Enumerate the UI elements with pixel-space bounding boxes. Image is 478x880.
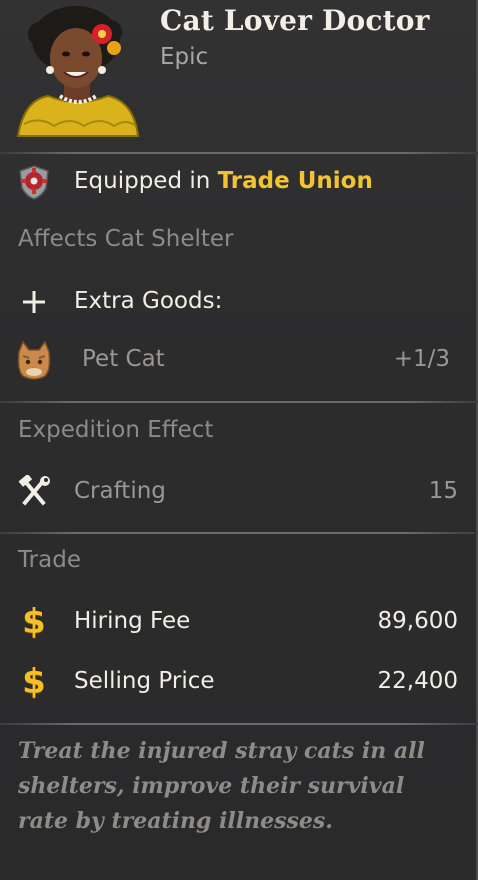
character-name: Cat Lover Doctor (160, 4, 430, 37)
dollar-icon: $ (14, 602, 54, 642)
crafting-value: 15 (428, 478, 458, 504)
extra-goods-label: Extra Goods: (74, 288, 223, 314)
hiring-fee-label: Hiring Fee (74, 608, 191, 634)
divider (0, 723, 478, 725)
extra-goods-row: Extra Goods: (0, 282, 478, 322)
hammer-wrench-icon (14, 472, 54, 512)
hiring-fee-value: 89,600 (377, 608, 458, 634)
character-card-panel: Cat Lover Doctor Epic Equipped in Trade … (0, 0, 478, 880)
flavor-text: Treat the injured stray cats in all shel… (18, 738, 425, 834)
crafting-row: Crafting 15 (0, 472, 478, 512)
equipped-row: Equipped in Trade Union (0, 162, 478, 202)
gear-shield-icon (14, 162, 54, 202)
selling-price-label: Selling Price (74, 668, 215, 694)
trade-section-title: Trade (18, 547, 81, 573)
rarity-label: Epic (160, 44, 209, 70)
cat-icon (14, 340, 54, 380)
affects-section-title: Affects Cat Shelter (18, 226, 234, 252)
pet-cat-label: Pet Cat (82, 346, 165, 372)
selling-price-value: 22,400 (377, 668, 458, 694)
pet-cat-value: +1/3 (393, 346, 450, 372)
equipped-text: Equipped in Trade Union (74, 168, 373, 194)
crafting-label: Crafting (74, 478, 166, 504)
plus-icon (14, 282, 54, 322)
divider (0, 152, 478, 154)
equipped-prefix: Equipped in (74, 168, 218, 194)
pet-cat-row: Pet Cat +1/3 (0, 340, 478, 380)
divider (0, 532, 478, 534)
dollar-icon: $ (14, 662, 54, 702)
expedition-section-title: Expedition Effect (18, 417, 214, 443)
currency-symbol: $ (22, 602, 46, 642)
selling-price-row: $ Selling Price 22,400 (0, 662, 478, 702)
card-header: Cat Lover Doctor Epic (0, 0, 478, 152)
equipped-location-link[interactable]: Trade Union (218, 168, 373, 194)
divider (0, 401, 478, 403)
hiring-fee-row: $ Hiring Fee 89,600 (0, 602, 478, 642)
currency-symbol: $ (22, 662, 46, 702)
character-portrait (14, 4, 142, 146)
